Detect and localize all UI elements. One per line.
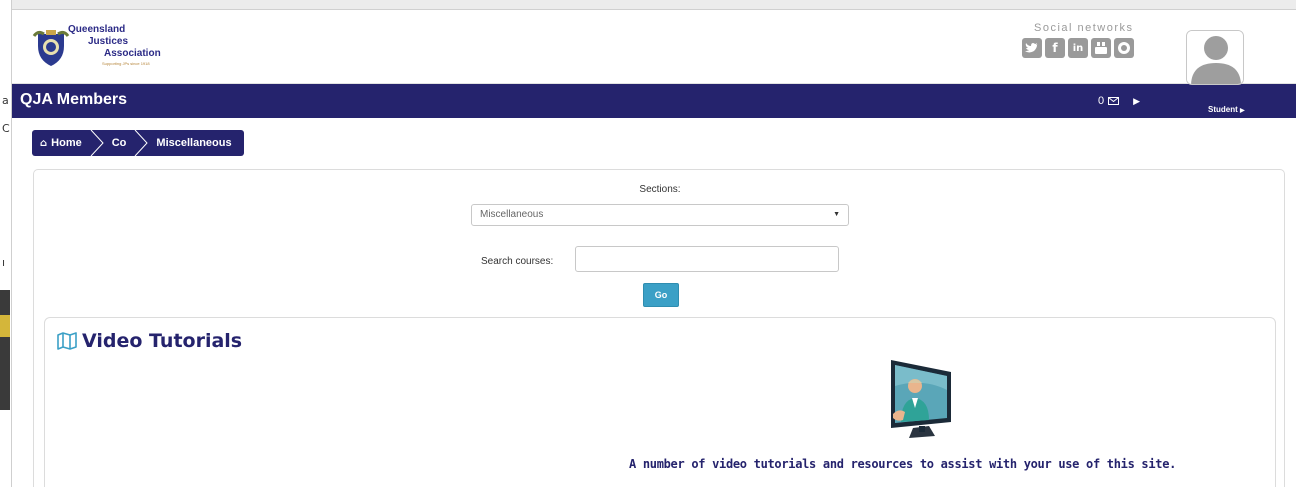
- video-tutorials-description: A number of video tutorials and resource…: [629, 457, 1177, 471]
- video-tutorials-panel: Video Tutorials A number of video tutori…: [44, 317, 1276, 487]
- breadcrumb-home-label: Home: [51, 137, 82, 149]
- video-tutorials-heading[interactable]: Video Tutorials: [57, 330, 242, 352]
- sections-label: Sections:: [639, 184, 681, 195]
- main-navbar: QJA Members 0 ▶ Student ▶: [12, 84, 1296, 118]
- breadcrumb-separator: [134, 130, 149, 156]
- background-yellow-area: [0, 315, 10, 337]
- user-silhouette-icon: [1187, 31, 1243, 84]
- twitter-icon[interactable]: [1022, 38, 1042, 58]
- background-window-edge: a C ı: [0, 0, 12, 487]
- logo-line-2: Justices: [88, 36, 129, 47]
- envelope-icon: [1108, 97, 1120, 105]
- site-header: Queensland Justices Association Supporti…: [12, 10, 1296, 84]
- qja-logo[interactable]: Queensland Justices Association Supporti…: [32, 24, 232, 84]
- breadcrumb-course[interactable]: Co: [104, 130, 135, 156]
- search-courses-label: Search courses:: [481, 256, 554, 267]
- course-panel: Sections: Miscellaneous ▼ Search courses…: [33, 169, 1285, 487]
- social-networks: Social networks f in: [1022, 22, 1172, 72]
- youtube-icon[interactable]: [1091, 38, 1111, 58]
- breadcrumb-course-label: Co: [111, 137, 127, 149]
- messages-menu[interactable]: 0 ▶: [1098, 95, 1140, 107]
- search-courses-input[interactable]: [575, 246, 839, 272]
- linkedin-icon[interactable]: in: [1068, 38, 1088, 58]
- browser-top-edge: [12, 0, 1296, 10]
- map-icon: [57, 332, 77, 350]
- logo-tagline: Supporting JPs since 1918: [102, 61, 150, 66]
- crest-icon: [32, 30, 70, 66]
- breadcrumb-separator: [90, 130, 104, 156]
- video-presenter-monitor-icon: [891, 360, 951, 438]
- sections-select[interactable]: Miscellaneous ▼: [471, 204, 849, 226]
- background-glyph: ı: [2, 256, 6, 269]
- message-count: 0: [1098, 95, 1105, 107]
- breadcrumb-home[interactable]: ⌂ Home: [32, 130, 90, 156]
- background-glyph: C: [2, 122, 10, 135]
- logo-line-3: Association: [104, 48, 161, 59]
- breadcrumb-current-label: Miscellaneous: [156, 137, 232, 149]
- background-glyph: a: [2, 94, 9, 107]
- chevron-down-icon: ▼: [833, 211, 840, 218]
- chat-icon[interactable]: [1114, 38, 1134, 58]
- social-icon-list: f in: [1022, 38, 1134, 58]
- background-dark-area: [0, 290, 10, 410]
- logo-line-1: Queensland: [68, 24, 126, 35]
- user-menu[interactable]: Student ▶: [1208, 105, 1245, 114]
- breadcrumb-current[interactable]: Miscellaneous: [148, 130, 243, 156]
- social-label: Social networks: [1034, 22, 1134, 34]
- video-tutorials-title: Video Tutorials: [82, 330, 243, 352]
- user-name: Student: [1208, 105, 1238, 114]
- home-icon: ⌂: [40, 137, 48, 149]
- facebook-icon[interactable]: f: [1045, 38, 1065, 58]
- caret-right-icon: ▶: [1240, 108, 1245, 114]
- user-avatar[interactable]: [1186, 30, 1244, 85]
- caret-right-icon: ▶: [1133, 95, 1141, 106]
- site-title[interactable]: QJA Members: [20, 91, 127, 109]
- breadcrumb: ⌂ Home Co Miscellaneous: [32, 130, 244, 156]
- sections-selected-value: Miscellaneous: [480, 209, 544, 220]
- go-button[interactable]: Go: [643, 283, 679, 307]
